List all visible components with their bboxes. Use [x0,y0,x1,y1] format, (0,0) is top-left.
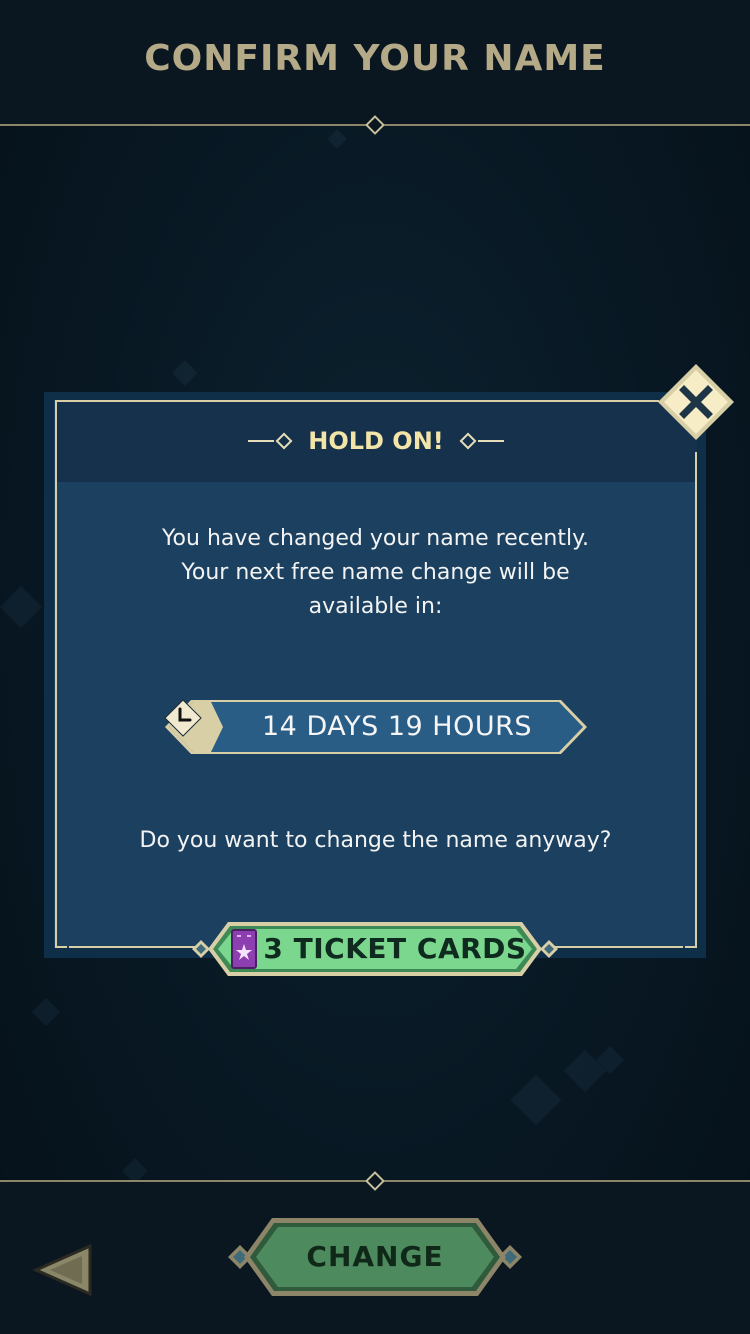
message-line: Your next free name change will be [181,560,570,585]
ticket-cards-label: 3 TICKET CARDS [263,932,527,965]
change-button-label: CHANGE [306,1240,444,1273]
background-decoration [31,997,61,1027]
ticket-icon [231,929,257,969]
dialog-title: HOLD ON! [308,427,444,455]
hold-on-dialog: HOLD ON! You have changed your name rece… [54,400,697,948]
clock-icon [164,699,202,737]
cooldown-timer-text: 14 DAYS 19 HOURS [262,711,532,742]
ticket-cards-button[interactable]: 3 TICKET CARDS [192,920,558,978]
message-line: available in: [308,594,443,619]
page-title: CONFIRM YOUR NAME [144,38,606,79]
dialog-frame [553,946,683,948]
background-decoration [172,360,198,386]
dialog-frame [695,452,697,938]
message-line: You have changed your name recently. [162,526,589,551]
dialog-title-row: HOLD ON! [55,400,697,482]
change-button[interactable]: CHANGE [228,1216,522,1298]
dialog-question: Do you want to change the name anyway? [139,828,612,853]
back-arrow-icon [32,1243,92,1297]
dialog-frame [69,946,199,948]
cooldown-timer-banner: 14 DAYS 19 HOURS [163,698,591,756]
dialog-message: You have changed your name recently. You… [75,522,676,624]
dialog-frame [55,412,57,938]
back-button[interactable] [32,1242,94,1298]
background-decoration [327,129,347,149]
dialog-frame-corner [685,936,697,948]
header-bar: CONFIRM YOUR NAME [0,0,750,126]
title-ornament-left [248,432,294,450]
dialog-frame-corner [55,936,67,948]
background-decoration [510,1074,562,1126]
close-button[interactable] [656,362,736,442]
title-ornament-right [458,432,504,450]
background-decoration [0,585,43,629]
